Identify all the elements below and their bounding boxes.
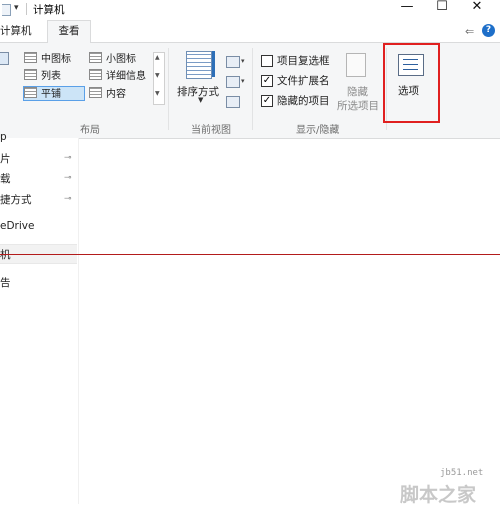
quick-access-folder-icon[interactable] xyxy=(2,4,11,16)
nav-item-onedrive[interactable]: eDrive xyxy=(0,220,34,232)
scroll-up-icon[interactable]: ▲ xyxy=(155,54,160,61)
layout-medium-icons[interactable]: 中图标 xyxy=(24,52,71,65)
current-view-group-label: 当前视图 xyxy=(191,125,231,136)
annotation-line xyxy=(0,254,500,255)
nav-item-shortcuts[interactable]: 捷方式 xyxy=(0,192,32,207)
list-icon xyxy=(24,69,37,80)
collapse-ribbon-icon[interactable]: ⇐ xyxy=(465,25,474,38)
help-icon[interactable]: ? xyxy=(482,24,495,37)
options-icon[interactable] xyxy=(398,54,424,76)
file-extensions-label: 文件扩展名 xyxy=(277,75,330,87)
content-icon xyxy=(89,87,102,98)
hidden-items-checkbox[interactable]: ✓ xyxy=(261,95,273,107)
title-separator xyxy=(26,3,27,15)
nav-item-downloads[interactable]: 载 xyxy=(0,171,11,186)
sort-by-icon[interactable] xyxy=(186,51,212,79)
tab-view[interactable]: 查看 xyxy=(47,20,91,44)
layout-content[interactable]: 内容 xyxy=(89,87,126,100)
pin-icon[interactable]: ⊸ xyxy=(64,153,72,163)
group-divider xyxy=(168,48,169,130)
watermark-url: jb51.net xyxy=(440,468,484,478)
pin-icon[interactable]: ⊸ xyxy=(64,173,72,183)
layout-tiles[interactable]: 平铺 xyxy=(23,86,85,101)
medium-icons-icon xyxy=(24,52,37,63)
tiles-icon xyxy=(24,87,37,98)
size-columns-icon[interactable] xyxy=(226,96,240,108)
item-checkboxes-checkbox[interactable] xyxy=(261,55,273,67)
layout-group-label: 布局 xyxy=(80,125,100,136)
layout-small-icons[interactable]: 小图标 xyxy=(89,52,136,65)
group-by-dropdown-icon[interactable]: ▾ xyxy=(241,57,245,65)
ribbon-panel: 中图标 小图标 列表 详细信息 平铺 内容 ▲ ▼ ▼ 布局 排序方式 ▼ ▾ … xyxy=(0,43,500,139)
show-hide-group-label: 显示/隐藏 xyxy=(296,125,340,136)
layout-gallery-scroller[interactable]: ▲ ▼ ▼ xyxy=(153,52,165,105)
file-extensions-checkbox[interactable]: ✓ xyxy=(261,75,273,87)
gallery-expand-icon[interactable]: ▼ xyxy=(155,90,160,97)
options-line xyxy=(403,69,418,70)
nav-item-network[interactable]: 告 xyxy=(0,275,11,290)
quick-access-dropdown-icon[interactable]: ▾ xyxy=(14,3,19,13)
hide-selected-items-icon xyxy=(346,53,366,77)
sort-arrow-icon xyxy=(212,51,215,77)
watermark-text: 脚本之家 xyxy=(400,484,477,506)
pin-icon[interactable]: ⊸ xyxy=(64,194,72,204)
scroll-down-icon[interactable]: ▼ xyxy=(155,72,160,79)
nav-item-desktop[interactable]: p xyxy=(0,131,7,143)
options-line xyxy=(403,64,418,65)
options-line xyxy=(403,59,418,60)
add-columns-dropdown-icon[interactable]: ▾ xyxy=(241,77,245,85)
close-button[interactable]: ✕ xyxy=(457,0,497,18)
window-title: 计算机 xyxy=(33,4,65,16)
maximize-button[interactable]: ☐ xyxy=(422,0,462,18)
group-divider xyxy=(252,48,253,130)
hide-selected-label-line1: 隐藏 xyxy=(347,86,368,98)
sort-dropdown-icon[interactable]: ▼ xyxy=(198,96,203,104)
hide-selected-label-line2: 所选项目 xyxy=(337,100,379,112)
small-icons-icon xyxy=(89,52,102,63)
options-button[interactable]: 选项 xyxy=(398,83,419,98)
nav-item-pictures[interactable]: 片 xyxy=(0,151,11,166)
layout-list[interactable]: 列表 xyxy=(24,69,61,82)
navigation-pane-icon[interactable] xyxy=(0,52,9,65)
item-checkboxes-label: 项目复选框 xyxy=(277,55,330,67)
hidden-items-label: 隐藏的项目 xyxy=(277,95,330,107)
details-icon xyxy=(89,69,102,80)
add-columns-icon[interactable] xyxy=(226,76,240,88)
layout-details[interactable]: 详细信息 xyxy=(89,69,146,82)
tab-computer[interactable]: 计算机 xyxy=(0,23,32,38)
minimize-button[interactable]: — xyxy=(387,0,427,18)
group-by-icon[interactable] xyxy=(226,56,240,68)
